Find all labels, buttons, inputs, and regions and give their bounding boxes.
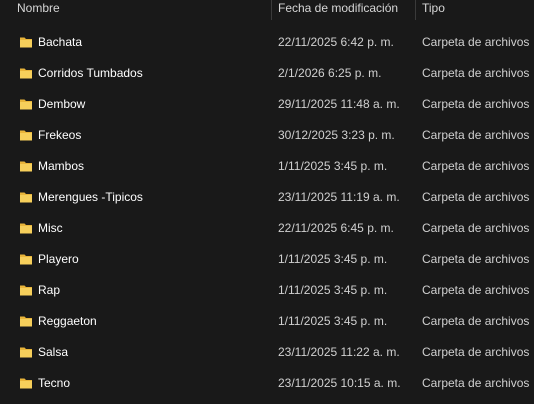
- item-date-modified: 29/11/2025 11:48 a. m.: [278, 97, 400, 111]
- column-header-type[interactable]: Tipo: [422, 0, 445, 20]
- item-type: Carpeta de archivos: [422, 66, 530, 80]
- item-name: Mambos: [38, 159, 85, 173]
- item-type: Carpeta de archivos: [422, 345, 530, 359]
- item-date-modified: 23/11/2025 10:15 a. m.: [278, 376, 401, 390]
- file-list: Bachata 22/11/2025 6:42 p. m. Carpeta de…: [0, 27, 534, 399]
- item-name: Bachata: [38, 35, 83, 49]
- item-type: Carpeta de archivos: [422, 314, 530, 328]
- item-date-modified: 1/11/2025 3:45 p. m.: [278, 314, 388, 328]
- column-divider[interactable]: [415, 0, 416, 20]
- folder-icon: [20, 223, 32, 234]
- folder-icon: [20, 316, 32, 327]
- folder-icon: [20, 347, 32, 358]
- folder-icon: [20, 378, 32, 389]
- list-item[interactable]: Merengues -Tipicos 23/11/2025 11:19 a. m…: [0, 182, 534, 213]
- folder-icon: [20, 37, 32, 48]
- item-name: Dembow: [38, 97, 86, 111]
- list-item[interactable]: Reggaeton 1/11/2025 3:45 p. m. Carpeta d…: [0, 306, 534, 337]
- item-name: Salsa: [38, 345, 69, 359]
- item-date-modified: 22/11/2025 6:45 p. m.: [278, 221, 394, 235]
- folder-icon: [20, 254, 32, 265]
- item-name: Playero: [38, 252, 79, 266]
- item-name: Corridos Tumbados: [38, 66, 143, 80]
- item-type: Carpeta de archivos: [422, 35, 530, 49]
- item-type: Carpeta de archivos: [422, 221, 530, 235]
- column-header-name[interactable]: Nombre: [17, 0, 60, 20]
- folder-icon: [20, 192, 32, 203]
- list-item[interactable]: Rap 1/11/2025 3:45 p. m. Carpeta de arch…: [0, 275, 534, 306]
- list-item[interactable]: Salsa 23/11/2025 11:22 a. m. Carpeta de …: [0, 337, 534, 368]
- item-name: Misc: [38, 221, 63, 235]
- folder-icon: [20, 68, 32, 79]
- list-item[interactable]: Dembow 29/11/2025 11:48 a. m. Carpeta de…: [0, 89, 534, 120]
- folder-icon: [20, 130, 32, 141]
- item-name: Reggaeton: [38, 314, 97, 328]
- item-date-modified: 22/11/2025 6:42 p. m.: [278, 35, 394, 49]
- item-date-modified: 1/11/2025 3:45 p. m.: [278, 283, 388, 297]
- column-divider[interactable]: [271, 0, 272, 20]
- list-item[interactable]: Bachata 22/11/2025 6:42 p. m. Carpeta de…: [0, 27, 534, 58]
- item-name: Tecno: [38, 376, 71, 390]
- item-date-modified: 1/11/2025 3:45 p. m.: [278, 159, 388, 173]
- list-item[interactable]: Mambos 1/11/2025 3:45 p. m. Carpeta de a…: [0, 151, 534, 182]
- item-type: Carpeta de archivos: [422, 283, 530, 297]
- item-type: Carpeta de archivos: [422, 128, 530, 142]
- item-name: Rap: [38, 283, 61, 297]
- item-type: Carpeta de archivos: [422, 190, 530, 204]
- item-date-modified: 23/11/2025 11:19 a. m.: [278, 190, 400, 204]
- list-item[interactable]: Tecno 23/11/2025 10:15 a. m. Carpeta de …: [0, 368, 534, 399]
- item-type: Carpeta de archivos: [422, 97, 530, 111]
- item-name: Frekeos: [38, 128, 82, 142]
- folder-icon: [20, 285, 32, 296]
- item-date-modified: 23/11/2025 11:22 a. m.: [278, 345, 400, 359]
- item-type: Carpeta de archivos: [422, 252, 530, 266]
- item-date-modified: 1/11/2025 3:45 p. m.: [278, 252, 388, 266]
- list-item[interactable]: Misc 22/11/2025 6:45 p. m. Carpeta de ar…: [0, 213, 534, 244]
- item-name: Merengues -Tipicos: [38, 190, 143, 204]
- column-header-date-modified[interactable]: Fecha de modificación: [278, 0, 398, 20]
- item-type: Carpeta de archivos: [422, 159, 530, 173]
- list-item[interactable]: Frekeos 30/12/2025 3:23 p. m. Carpeta de…: [0, 120, 534, 151]
- item-type: Carpeta de archivos: [422, 376, 530, 390]
- item-date-modified: 2/1/2026 6:25 p. m.: [278, 66, 382, 80]
- column-header: Nombre Fecha de modificación Tipo: [0, 0, 534, 20]
- list-item[interactable]: Playero 1/11/2025 3:45 p. m. Carpeta de …: [0, 244, 534, 275]
- item-date-modified: 30/12/2025 3:23 p. m.: [278, 128, 395, 142]
- folder-icon: [20, 99, 32, 110]
- folder-icon: [20, 161, 32, 172]
- list-item[interactable]: Corridos Tumbados 2/1/2026 6:25 p. m. Ca…: [0, 58, 534, 89]
